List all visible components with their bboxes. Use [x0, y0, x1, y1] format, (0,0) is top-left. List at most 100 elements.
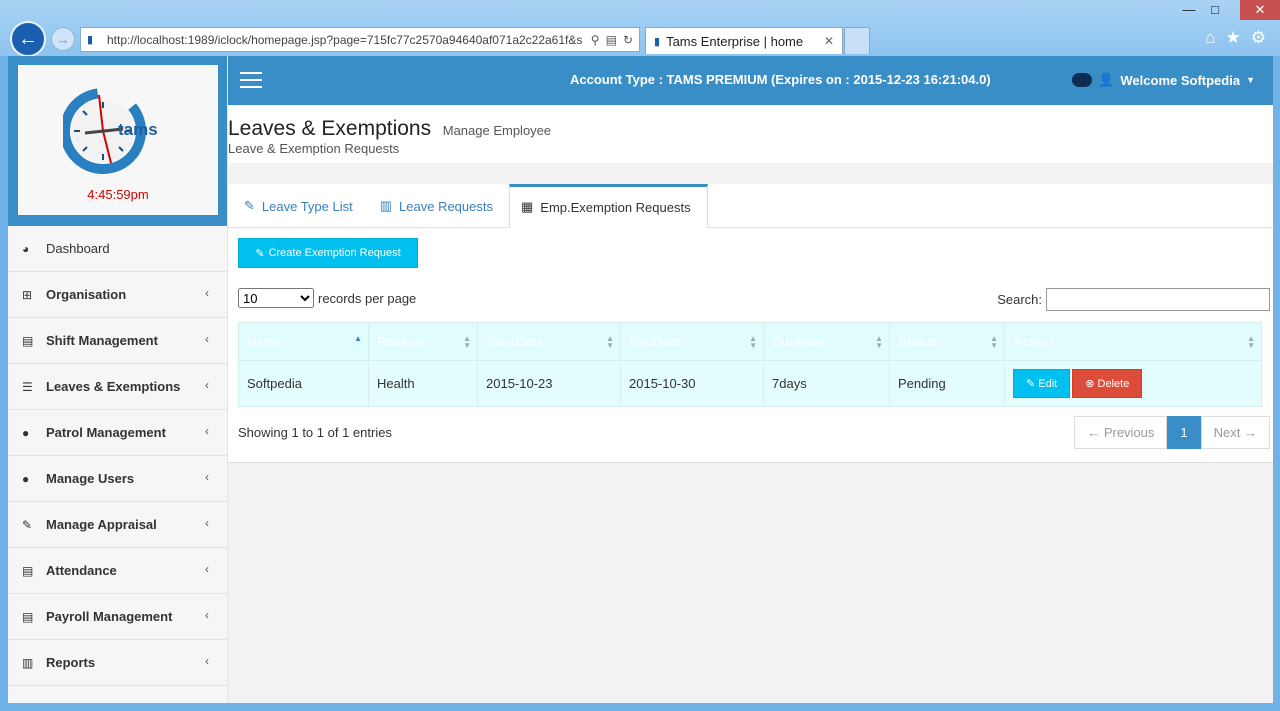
column-header-duration[interactable]: Duration ▲ ▼	[763, 322, 890, 361]
logo-clock-time: 4:45:59pm	[87, 187, 149, 202]
chevron-left-icon: ‹	[205, 332, 209, 346]
sidebar-item-patrol-management[interactable]: ● Patrol Management ‹	[8, 410, 227, 456]
search-label: Search:	[997, 292, 1042, 307]
pencil-icon: ✎	[1026, 378, 1039, 390]
edit-button[interactable]: ✎ Edit	[1013, 369, 1071, 398]
create-exemption-request-button[interactable]: ✎ Create Exemption Request	[238, 238, 418, 268]
sidebar-item-leaves-exemptions[interactable]: ☰ Leaves & Exemptions ‹	[8, 364, 227, 410]
address-bar[interactable]: ▮ http://localhost:1989/iclock/homepage.…	[80, 27, 640, 52]
cell-enddate: 2015-10-30	[620, 360, 764, 407]
chevron-left-icon: ‹	[205, 654, 209, 668]
chart-icon: ▥	[22, 655, 34, 670]
user-icon: ●	[22, 425, 30, 440]
tab-favicon-icon: ▮	[654, 35, 661, 48]
sidebar-item-label: Shift Management	[46, 333, 158, 348]
tab-leave-requests[interactable]: ▥ Leave Requests	[369, 184, 509, 228]
page-1-button[interactable]: 1	[1167, 416, 1201, 449]
page-header: Leaves & Exemptions Manage Employee Leav…	[228, 105, 1273, 163]
search-icon[interactable]: ⚲	[591, 33, 600, 47]
dashboard-icon: ◕	[22, 241, 30, 256]
user-icon: ●	[22, 471, 30, 486]
cell-reason: Health	[368, 360, 478, 407]
back-button[interactable]: ←	[10, 21, 46, 57]
compat-view-icon[interactable]: ▤	[606, 33, 617, 47]
sidebar-item-label: Attendance	[46, 563, 117, 578]
list-icon: ▤	[22, 563, 34, 578]
sidebar-item-dashboard[interactable]: ◕ Dashboard	[8, 226, 227, 272]
home-icon[interactable]: ⌂	[1205, 28, 1215, 48]
chevron-left-icon: ‹	[205, 424, 209, 438]
sidebar-item-label: Reports	[46, 655, 96, 670]
chevron-left-icon: ‹	[205, 286, 209, 300]
search-input[interactable]	[1046, 288, 1270, 311]
address-url[interactable]: http://localhost:1989/iclock/homepage.js…	[107, 33, 591, 47]
welcome-label: Welcome Softpedia	[1120, 72, 1241, 88]
sort-asc-icon: ▲	[354, 334, 362, 343]
column-header-enddate[interactable]: EndDate ▲ ▼	[620, 322, 764, 361]
create-button-label: Create Exemption Request	[268, 247, 401, 259]
forward-button[interactable]: →	[51, 27, 75, 51]
exemption-table: Name ▲ Reason ▲ ▼ StartDate ▲ ▼ EndDate ▲ ▼ Dur…	[238, 322, 1262, 407]
page-length-select[interactable]: 10	[238, 288, 314, 308]
list-icon: ▤	[22, 609, 34, 624]
logo-area: tams 4:45:59pm	[8, 56, 227, 226]
tab-label: Leave Type List	[261, 198, 353, 214]
table-row: Softpedia Health 2015-10-23 2015-10-30 7…	[238, 360, 1262, 407]
delete-button[interactable]: ⊗ Delete	[1072, 369, 1143, 398]
logo: tams 4:45:59pm	[18, 65, 218, 215]
chevron-left-icon: ‹	[205, 562, 209, 576]
cell-name: Softpedia	[238, 360, 369, 407]
sort-icon: ▲ ▼	[463, 334, 471, 350]
chevron-left-icon: ‹	[205, 516, 209, 530]
column-header-action[interactable]: Action ▲ ▼	[1004, 322, 1262, 361]
mask-icon	[1072, 73, 1093, 87]
user-icon: 👤	[1098, 72, 1115, 87]
top-navbar: Account Type : TAMS PREMIUM (Expires on …	[228, 56, 1273, 105]
tab-emp-exemption-requests[interactable]: ▦ Emp.Exemption Requests	[508, 184, 708, 228]
account-type: Account Type : TAMS PREMIUM (Expires on …	[570, 72, 991, 87]
previous-page-button[interactable]: ← Previous	[1074, 416, 1168, 449]
column-header-reason[interactable]: Reason ▲ ▼	[368, 322, 478, 361]
sidebar-item-attendance[interactable]: ▤ Attendance ‹	[8, 548, 227, 594]
sidebar-item-shift-management[interactable]: ▤ Shift Management ‹	[8, 318, 227, 364]
sidebar-item-reports[interactable]: ▥ Reports ‹	[8, 640, 227, 686]
favorites-star-icon[interactable]: ★	[1226, 28, 1241, 48]
sort-icon: ▲ ▼	[875, 334, 883, 350]
caret-down-icon: ▼	[1246, 75, 1255, 85]
cell-startdate: 2015-10-23	[477, 360, 621, 407]
column-header-status[interactable]: Status ▲ ▼	[889, 322, 1005, 361]
minimize-icon[interactable]: —	[1176, 2, 1202, 17]
chevron-left-icon: ‹	[205, 608, 209, 622]
chevron-left-icon: ‹	[205, 470, 209, 484]
sidebar-item-manage-users[interactable]: ● Manage Users ‹	[8, 456, 227, 502]
app-window: tams 4:45:59pm ◕ Dashboard ⊞ Organisatio…	[8, 56, 1273, 703]
tab-label: Emp.Exemption Requests	[540, 199, 691, 215]
refresh-icon[interactable]: ↻	[623, 33, 633, 47]
tab-title: Tams Enterprise | home	[666, 33, 804, 49]
sidebar-item-organisation[interactable]: ⊞ Organisation ‹	[8, 272, 227, 318]
new-tab-button[interactable]	[844, 27, 870, 54]
sitemap-icon: ⊞	[22, 287, 33, 302]
next-page-button[interactable]: Next →	[1200, 416, 1270, 449]
barcode-icon: ▥	[379, 198, 393, 213]
tab-leave-type-list[interactable]: ✎ Leave Type List	[233, 184, 369, 228]
sidebar-item-manage-appraisal[interactable]: ✎ Manage Appraisal ‹	[8, 502, 227, 548]
sidebar-item-label: Organisation	[46, 287, 127, 302]
edit-icon: ✎	[244, 198, 255, 213]
sort-icon: ▲ ▼	[749, 334, 757, 350]
chevron-left-icon: ‹	[205, 378, 209, 392]
tab-close-icon[interactable]: ✕	[824, 34, 834, 48]
edit-icon: ✎	[22, 517, 33, 532]
hamburger-menu-icon[interactable]	[240, 72, 262, 93]
records-per-page-label: records per page	[318, 290, 417, 306]
tabs: ✎ Leave Type List ▥ Leave Requests ▦ Emp…	[228, 184, 1273, 228]
column-header-name[interactable]: Name ▲	[238, 322, 369, 361]
browser-tab[interactable]: ▮ Tams Enterprise | home ✕	[645, 27, 843, 54]
close-window-icon[interactable]: ✕	[1240, 0, 1280, 20]
settings-gear-icon[interactable]: ⚙	[1251, 28, 1266, 48]
user-menu[interactable]: 👤 Welcome Softpedia ▼	[1072, 72, 1255, 88]
maximize-icon[interactable]: □	[1202, 2, 1228, 17]
list-icon: ▤	[22, 333, 34, 348]
sidebar-item-payroll-management[interactable]: ▤ Payroll Management ‹	[8, 594, 227, 640]
column-header-startdate[interactable]: StartDate ▲ ▼	[477, 322, 621, 361]
